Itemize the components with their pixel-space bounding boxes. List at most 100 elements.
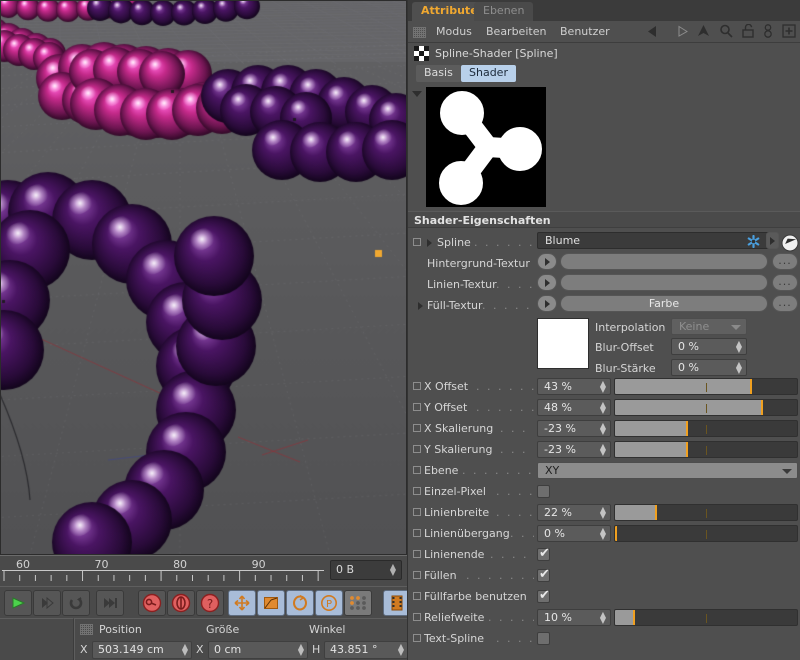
text-spline-anim-checkbox[interactable] xyxy=(413,634,421,642)
animation-playbar[interactable]: ? P xyxy=(0,586,407,618)
y-offset-slider-handle[interactable] xyxy=(761,400,763,415)
y-offset-anim-checkbox[interactable] xyxy=(413,403,421,411)
spline-link-field[interactable]: Blume xyxy=(537,232,771,249)
hintergrund-textur-field[interactable] xyxy=(560,253,768,270)
fuell-textur-expand-icon[interactable] xyxy=(418,302,423,310)
coord-position-x-stepper[interactable]: ▲▼ xyxy=(182,644,188,656)
linienuebergang-input[interactable]: 0 % ▲▼ xyxy=(537,525,611,542)
step-forward-button[interactable] xyxy=(33,590,61,616)
linienuebergang-anim-checkbox[interactable] xyxy=(413,529,421,537)
move-axis-button[interactable] xyxy=(228,590,256,616)
linienuebergang-stepper[interactable]: ▲▼ xyxy=(600,528,606,540)
fuell-textur-arrow-button[interactable] xyxy=(537,295,557,312)
timeline-bar[interactable]: 60708090100 0 B ▲▼ xyxy=(0,555,407,586)
linienbreite-slider[interactable] xyxy=(614,504,798,521)
coord-size-x-stepper[interactable]: ▲▼ xyxy=(298,644,304,656)
back-arrow-icon[interactable] xyxy=(647,25,663,41)
linienuebergang-slider-handle[interactable] xyxy=(615,526,617,541)
spline-anim-checkbox[interactable] xyxy=(413,238,421,246)
ebene-select[interactable]: XY xyxy=(537,462,798,479)
y-skalierung-slider[interactable] xyxy=(614,441,798,458)
up-arrow-icon[interactable] xyxy=(697,24,710,41)
record-key-button[interactable] xyxy=(138,590,166,616)
rotate-button[interactable] xyxy=(286,590,314,616)
coord-size-x-input[interactable]: 0 cm ▲▼ xyxy=(208,641,308,659)
linienende-checkbox[interactable] xyxy=(537,548,550,561)
reliefweite-slider-handle[interactable] xyxy=(633,610,635,625)
plus-box-icon[interactable] xyxy=(782,24,796,41)
menu-bearbeiten[interactable]: Bearbeiten xyxy=(486,25,546,38)
linienbreite-stepper[interactable]: ▲▼ xyxy=(600,507,606,519)
spline-menu-button[interactable] xyxy=(766,232,779,249)
x-offset-slider-handle[interactable] xyxy=(750,379,752,394)
x-offset-stepper[interactable]: ▲▼ xyxy=(600,381,606,393)
menu-benutzer[interactable]: Benutzer xyxy=(560,25,610,38)
dots-grid-button[interactable] xyxy=(344,590,372,616)
y-skalierung-stepper[interactable]: ▲▼ xyxy=(600,444,606,456)
x-skalierung-slider-handle[interactable] xyxy=(686,421,688,436)
spline-expand-icon[interactable] xyxy=(427,239,432,247)
fuellfarbe-benutzen-checkbox[interactable] xyxy=(537,590,550,603)
blur-staerke-input[interactable]: 0 % ▲▼ xyxy=(671,359,747,376)
go-to-end-button[interactable] xyxy=(96,590,124,616)
reliefweite-anim-checkbox[interactable] xyxy=(413,613,421,621)
blur-offset-input[interactable]: 0 % ▲▼ xyxy=(671,338,747,355)
linienuebergang-slider[interactable] xyxy=(614,525,798,542)
fuellfarbe-anim-checkbox[interactable] xyxy=(413,592,421,600)
tab-ebenen[interactable]: Ebenen xyxy=(474,2,533,21)
linien-textur-field[interactable] xyxy=(560,274,768,291)
frame-field[interactable]: 0 B ▲▼ xyxy=(330,560,402,580)
y-offset-slider[interactable] xyxy=(614,399,798,416)
user-icon[interactable] xyxy=(763,24,773,41)
coord-position-x-input[interactable]: 503.149 cm ▲▼ xyxy=(92,641,192,659)
y-offset-input[interactable]: 48 % ▲▼ xyxy=(537,399,611,416)
unlock-icon[interactable] xyxy=(742,24,754,41)
y-skalierung-input[interactable]: -23 % ▲▼ xyxy=(537,441,611,458)
hintergrund-textur-dots-button[interactable]: ... xyxy=(772,253,798,270)
fill-color-swatch[interactable] xyxy=(537,318,589,369)
reliefweite-stepper[interactable]: ▲▼ xyxy=(600,612,606,624)
y-skalierung-anim-checkbox[interactable] xyxy=(413,445,421,453)
parametric-button[interactable]: P xyxy=(315,590,343,616)
x-skalierung-stepper[interactable]: ▲▼ xyxy=(600,423,606,435)
y-skalierung-slider-handle[interactable] xyxy=(686,442,688,457)
loop-button[interactable] xyxy=(62,590,90,616)
fuell-textur-dots-button[interactable]: ... xyxy=(772,295,798,312)
hintergrund-textur-arrow-button[interactable] xyxy=(537,253,557,270)
key-question-button[interactable]: ? xyxy=(196,590,224,616)
autokey-button[interactable] xyxy=(167,590,195,616)
viewport-render[interactable] xyxy=(0,0,407,555)
linien-textur-arrow-button[interactable] xyxy=(537,274,557,291)
menu-modus[interactable]: Modus xyxy=(436,25,472,38)
fuell-textur-field[interactable]: Farbe xyxy=(560,295,768,312)
spline-picker-icon[interactable] xyxy=(781,234,799,255)
subtab-shader[interactable]: Shader xyxy=(461,65,516,82)
reliefweite-input[interactable]: 10 % ▲▼ xyxy=(537,609,611,626)
x-skalierung-input[interactable]: -23 % ▲▼ xyxy=(537,420,611,437)
collapse-triangle-icon[interactable] xyxy=(412,91,422,97)
frame-stepper[interactable]: ▲▼ xyxy=(389,564,397,577)
einzel-pixel-anim-checkbox[interactable] xyxy=(413,487,421,495)
subtab-basis[interactable]: Basis xyxy=(416,65,461,82)
coord-angle-h-stepper[interactable]: ▲▼ xyxy=(398,644,404,656)
einzel-pixel-checkbox[interactable] xyxy=(537,485,550,498)
fuellen-checkbox[interactable] xyxy=(537,569,550,582)
linienbreite-slider-handle[interactable] xyxy=(655,505,657,520)
fuellen-anim-checkbox[interactable] xyxy=(413,571,421,579)
coord-angle-h-input[interactable]: 43.851 ° ▲▼ xyxy=(324,641,408,659)
linien-textur-dots-button[interactable]: ... xyxy=(772,274,798,291)
spline-gear-icon[interactable] xyxy=(747,235,760,251)
linienbreite-input[interactable]: 22 % ▲▼ xyxy=(537,504,611,521)
panel-grip-icon[interactable] xyxy=(80,624,93,635)
x-offset-anim-checkbox[interactable] xyxy=(413,382,421,390)
blur-offset-stepper[interactable]: ▲▼ xyxy=(736,341,742,353)
x-skalierung-slider[interactable] xyxy=(614,420,798,437)
reliefweite-slider[interactable] xyxy=(614,609,798,626)
forward-arrow-icon[interactable] xyxy=(672,25,688,41)
menu-grip-icon[interactable] xyxy=(413,27,426,38)
play-button[interactable] xyxy=(4,590,32,616)
search-icon[interactable] xyxy=(719,24,733,41)
text-spline-checkbox[interactable] xyxy=(537,632,550,645)
interpolation-select[interactable]: Keine xyxy=(671,318,747,335)
x-offset-input[interactable]: 43 % ▲▼ xyxy=(537,378,611,395)
